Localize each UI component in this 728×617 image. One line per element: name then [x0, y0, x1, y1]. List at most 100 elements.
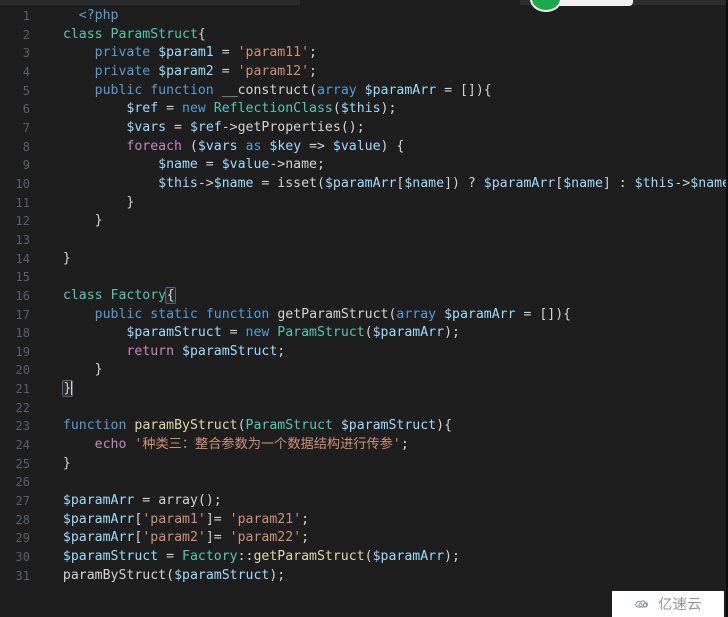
code-token: }	[47, 455, 71, 471]
code-token: =	[213, 45, 238, 61]
code-line[interactable]: 6 $ref = new ReflectionClass($this);	[0, 100, 726, 119]
code-token: = []){	[515, 306, 572, 322]
line-number: 17	[15, 307, 30, 322]
code-token: =	[134, 493, 159, 509]
text-caret	[70, 380, 72, 396]
code-line[interactable]: 24 echo '种类三：整合参数为一个数据结构进行传参';	[0, 436, 726, 455]
code-line[interactable]: 19 return $paramStruct;	[0, 343, 726, 362]
code-token: (	[181, 138, 198, 154]
code-token: ){	[436, 418, 453, 434]
code-token: array	[317, 82, 357, 98]
code-token: (	[309, 82, 318, 98]
code-line[interactable]: 7 $vars = $ref->getProperties();	[0, 119, 726, 138]
code-line[interactable]: 14 }	[0, 250, 726, 269]
line-number: 7	[22, 120, 30, 135]
code-line[interactable]: 31 paramByStruct($paramStruct);	[0, 567, 726, 586]
code-token: __construct	[221, 82, 310, 98]
code-line-text: <?php	[47, 7, 119, 26]
code-token: $paramStruct	[340, 418, 437, 434]
chrome-band-left	[0, 0, 300, 5]
code-line[interactable]: 5 public function __construct(array $par…	[0, 82, 726, 101]
code-token: Factory	[182, 549, 238, 565]
code-token: private	[94, 45, 151, 61]
code-token: (	[166, 567, 175, 583]
code-token: =	[166, 119, 190, 135]
line-number: 16	[15, 288, 30, 303]
code-line[interactable]: 18 $paramStruct = new ParamStruct($param…	[0, 324, 726, 343]
code-line[interactable]: 23 function paramByStruct(ParamStruct $p…	[0, 417, 726, 436]
code-token: 'param2'	[142, 530, 206, 546]
code-token: }	[47, 250, 71, 266]
line-number: 15	[15, 270, 30, 285]
code-token: ;	[309, 45, 317, 61]
code-line[interactable]: 30 $paramStruct = Factory::getParamStruc…	[0, 548, 726, 567]
code-token: $this	[340, 101, 381, 117]
code-line[interactable]: 13	[0, 231, 726, 250]
code-line[interactable]: 9 $name = $value->name;	[0, 156, 726, 175]
code-line[interactable]: 22	[0, 399, 726, 418]
code-line[interactable]: 2 class ParamStruct{	[0, 26, 726, 45]
code-line-text: paramByStruct($paramStruct);	[47, 567, 285, 586]
code-line[interactable]: 20 }	[0, 361, 726, 380]
code-line[interactable]: 8 foreach ($vars as $key => $value) {	[0, 138, 726, 157]
code-token: paramByStruct	[134, 418, 238, 434]
code-token: );	[444, 549, 460, 565]
line-number: 11	[15, 195, 30, 210]
code-token: ();	[197, 493, 222, 509]
line-number: 4	[22, 64, 30, 79]
line-number: 18	[15, 326, 30, 341]
code-line[interactable]: 12 }	[0, 212, 726, 231]
code-token: $paramArr	[444, 306, 516, 322]
code-line[interactable]: 28 $paramArr['param1']= 'param21';	[0, 511, 726, 530]
code-line[interactable]: 25 }	[0, 455, 726, 474]
code-line[interactable]: 16 class Factory{	[0, 286, 726, 306]
code-line-text: $vars = $ref->getProperties();	[47, 119, 364, 138]
code-token: public	[94, 82, 143, 98]
code-line[interactable]: 3 private $param1 = 'param11';	[0, 44, 726, 63]
code-token: function	[150, 82, 214, 98]
code-line-text: echo '种类三：整合参数为一个数据结构进行传参';	[47, 436, 409, 455]
code-line[interactable]: 11 }	[0, 194, 726, 213]
code-line[interactable]: 17 public static function getParamStruct…	[0, 306, 726, 325]
code-line-text: function paramByStruct(ParamStruct $para…	[47, 417, 452, 436]
code-line[interactable]: 29 $paramArr['param2']= 'param22';	[0, 529, 726, 548]
code-line-text: public function __construct(array $param…	[47, 82, 492, 101]
code-line-text: $ref = new ReflectionClass($this);	[47, 100, 396, 119]
code-token: ]=	[205, 511, 230, 527]
code-line[interactable]: 10 $this->$name = isset($paramArr[$name]…	[0, 175, 726, 194]
code-surface[interactable]: 1 <?php 2 class ParamStruct{3 private $pa…	[0, 7, 726, 617]
code-line[interactable]: 4 private $param2 = 'param12';	[0, 63, 726, 82]
code-token: $param2	[158, 63, 214, 79]
code-token: <?php	[78, 8, 119, 23]
code-token: $name	[563, 175, 603, 191]
line-number: 30	[15, 550, 30, 565]
line-number: 25	[15, 456, 30, 471]
code-line[interactable]: 15	[0, 268, 726, 287]
line-number: 10	[15, 176, 30, 191]
code-token: getParamStruct	[277, 306, 389, 322]
line-number: 21	[15, 382, 30, 397]
code-line-text: public static function getParamStruct(ar…	[47, 306, 571, 325]
code-line[interactable]: 27 $paramArr = array();	[0, 492, 726, 511]
code-token: }	[47, 194, 135, 210]
code-line-text: }	[47, 380, 73, 399]
line-number: 22	[15, 400, 30, 415]
code-line[interactable]: 26	[0, 473, 726, 492]
code-token: =	[213, 63, 238, 79]
code-token: =	[221, 325, 246, 341]
code-line[interactable]: 1 <?php	[0, 7, 726, 26]
code-line[interactable]: 21 }	[0, 380, 726, 399]
code-line-text: $this->$name = isset($paramArr[$name]) ?…	[47, 175, 726, 194]
